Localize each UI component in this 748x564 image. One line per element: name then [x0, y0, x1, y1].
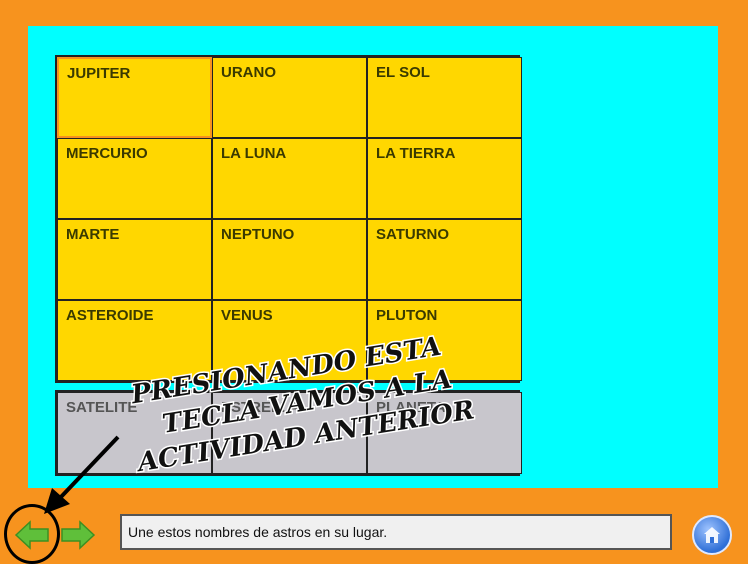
next-button[interactable] [58, 518, 98, 552]
tray-item[interactable]: PLANETA [367, 392, 522, 474]
arrow-right-icon [61, 520, 96, 550]
grid-cell[interactable]: URANO [212, 57, 367, 138]
grid-cell[interactable]: MERCURIO [57, 138, 212, 219]
grid-cell[interactable]: NEPTUNO [212, 219, 367, 300]
grid-cell[interactable]: SATURNO [367, 219, 522, 300]
home-button[interactable] [692, 515, 732, 555]
grid-cell[interactable]: VENUS [212, 300, 367, 381]
answer-grid: JUPITER URANO EL SOL MERCURIO LA LUNA LA… [55, 55, 522, 383]
grid-cell[interactable]: LA LUNA [212, 138, 367, 219]
grid-cell[interactable]: MARTE [57, 219, 212, 300]
status-message: Une estos nombres de astros en su lugar. [120, 514, 672, 550]
grid-cell[interactable]: ASTEROIDE [57, 300, 212, 381]
tray-item[interactable]: SATELITE [57, 392, 212, 474]
prev-button[interactable] [12, 518, 52, 552]
grid-cell[interactable]: PLUTON [367, 300, 522, 381]
arrow-left-icon [14, 520, 49, 550]
grid-cell[interactable]: EL SOL [367, 57, 522, 138]
home-icon [704, 527, 720, 543]
grid-cell[interactable]: LA TIERRA [367, 138, 522, 219]
grid-cell[interactable]: JUPITER [57, 57, 212, 138]
tray-item[interactable]: ESTRELLA [212, 392, 367, 474]
word-tray: SATELITE ESTRELLA PLANETA [55, 390, 522, 476]
